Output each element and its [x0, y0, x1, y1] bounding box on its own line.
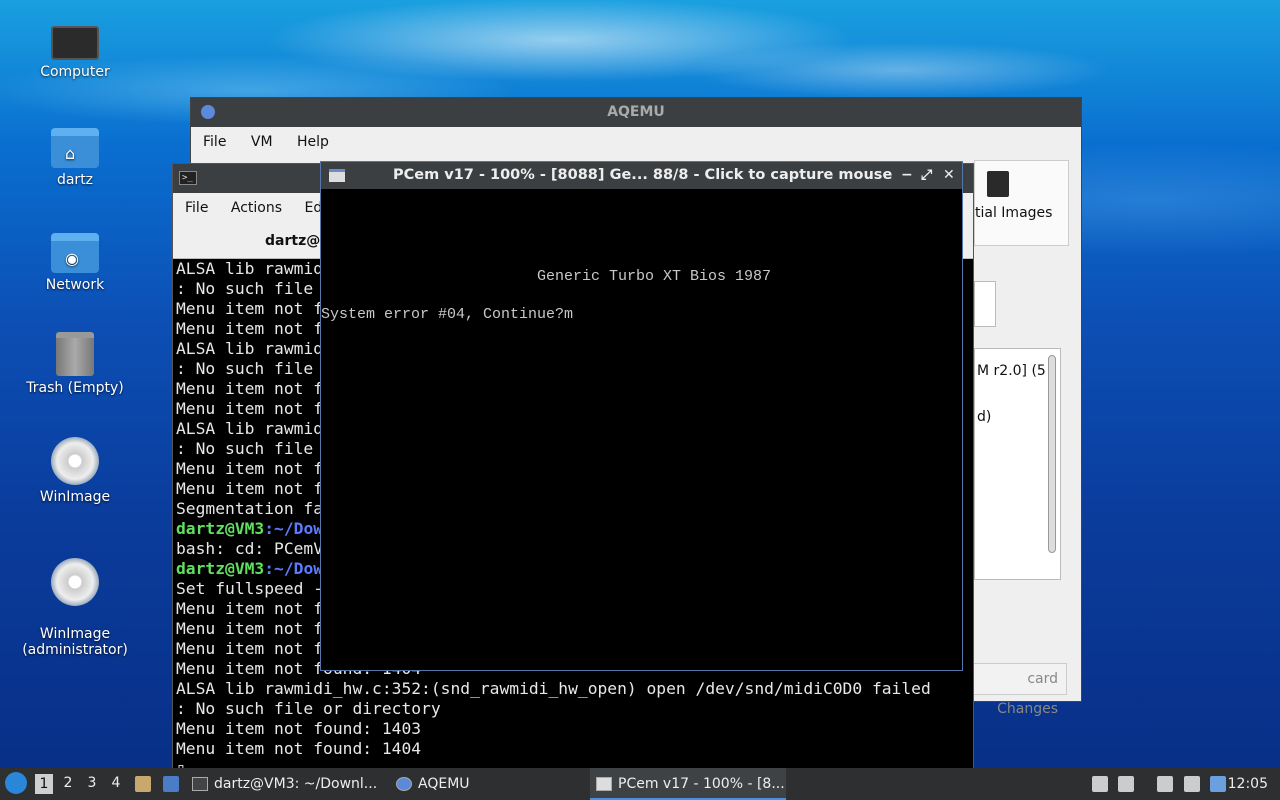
- computer-icon: [51, 26, 99, 60]
- initial-images-label: tial Images: [975, 205, 1053, 221]
- prompt-user: dartz@VM3: [176, 519, 265, 538]
- taskbar: 1 2 3 4 dartz@VM3: ~/Downl... AQEMU PCem…: [0, 768, 1280, 800]
- pcem-titlebar[interactable]: PCem v17 - 100% - [8088] Ge... 88/8 - Cl…: [321, 162, 962, 189]
- desktop-icon-label: dartz: [56, 172, 94, 188]
- terminal-line: Menu item not found: 1403: [176, 719, 422, 738]
- pcem-app-icon: [329, 169, 345, 182]
- start-menu-icon[interactable]: [5, 772, 27, 794]
- terminal-line: ALSA lib rawmidi_hw.c:352:(snd_rawmidi_h…: [176, 679, 931, 698]
- chip-icon: [987, 171, 1009, 197]
- updates-icon[interactable]: [1210, 776, 1226, 792]
- prompt-path: :~/Dow: [264, 519, 324, 538]
- menu-file[interactable]: File: [185, 200, 208, 216]
- device-button[interactable]: [974, 281, 996, 327]
- pcem-icon: [596, 777, 612, 791]
- desktop-icon-trash[interactable]: Trash (Empty): [10, 332, 140, 396]
- workspace-2[interactable]: 2: [59, 775, 77, 791]
- vm-list-line: d): [977, 409, 992, 425]
- close-button[interactable]: ✕: [943, 162, 955, 189]
- desktop-icon-winimage-admin[interactable]: WinImage (administrator): [10, 542, 140, 674]
- aqemu-title: AQEMU: [607, 104, 665, 120]
- file-manager-icon[interactable]: [135, 776, 151, 792]
- prompt-path: :~/Dow: [264, 559, 324, 578]
- bios-banner: Generic Turbo XT Bios 1987: [537, 268, 772, 285]
- clock[interactable]: 12:05: [1228, 768, 1268, 800]
- desktop-icon-network[interactable]: ◉ Network: [10, 227, 140, 293]
- taskbar-item-label: AQEMU: [418, 776, 470, 792]
- home-folder-icon: ⌂: [51, 128, 99, 168]
- workspace-3[interactable]: 3: [83, 775, 101, 791]
- taskbar-item-terminal[interactable]: dartz@VM3: ~/Downl...: [192, 768, 388, 800]
- network-icon[interactable]: [1184, 776, 1200, 792]
- terminal-icon: [192, 777, 208, 791]
- tray-up-arrow-icon[interactable]: [1092, 776, 1108, 792]
- taskbar-item-aqemu[interactable]: AQEMU: [396, 768, 586, 800]
- menu-vm[interactable]: VM: [251, 134, 273, 150]
- show-desktop-icon[interactable]: [163, 776, 179, 792]
- aqemu-menubar: File VM Help: [191, 127, 1081, 157]
- workspace-4[interactable]: 4: [107, 775, 125, 791]
- aqemu-icon: [396, 777, 412, 791]
- vm-list-scrollbar[interactable]: [1048, 355, 1056, 553]
- aqemu-app-icon: [201, 105, 215, 119]
- desktop-icon-home[interactable]: ⌂ dartz: [10, 122, 140, 188]
- trash-icon: [56, 332, 94, 376]
- pcem-title: PCem v17 - 100% - [8088] Ge... 88/8 - Cl…: [393, 167, 893, 183]
- maximize-button[interactable]: ⤢: [921, 162, 932, 189]
- desktop-icon-label: WinImage: [39, 489, 111, 505]
- taskbar-item-label: PCem v17 - 100% - [8...: [618, 776, 785, 792]
- desktop-icon-label: Computer: [40, 64, 110, 80]
- prompt-user: dartz@VM3: [176, 559, 265, 578]
- menu-help[interactable]: Help: [297, 134, 329, 150]
- terminal-line: Menu item not found: 1404: [176, 739, 422, 758]
- aqemu-titlebar[interactable]: AQEMU: [191, 98, 1081, 127]
- bios-error: System error #04, Continue?m: [321, 306, 574, 323]
- workspace-1[interactable]: 1: [35, 774, 53, 794]
- taskbar-item-label: dartz@VM3: ~/Downl...: [214, 776, 378, 792]
- desktop-icon-computer[interactable]: Computer: [10, 18, 140, 80]
- initial-images-button[interactable]: tial Images: [974, 160, 1069, 246]
- menu-actions[interactable]: Actions: [231, 200, 282, 216]
- terminal-icon: >_: [179, 171, 197, 185]
- menu-file[interactable]: File: [203, 134, 226, 150]
- desktop-icon-label: Trash (Empty): [26, 380, 124, 396]
- clipboard-icon[interactable]: [1157, 776, 1173, 792]
- winimage-icon: [51, 437, 99, 485]
- winimage-admin-icon: [51, 558, 99, 606]
- emulator-screen[interactable]: Generic Turbo XT Bios 1987 System error …: [321, 189, 962, 670]
- minimize-button[interactable]: −: [901, 162, 913, 189]
- volume-icon[interactable]: [1118, 776, 1134, 792]
- desktop-icon-label: Network: [45, 277, 105, 293]
- vm-list-line: M r2.0] (5: [977, 363, 1046, 379]
- vm-list[interactable]: M r2.0] (5 d): [974, 348, 1061, 580]
- terminal-line: : No such file or directory: [176, 699, 441, 718]
- taskbar-item-pcem[interactable]: PCem v17 - 100% - [8...: [590, 768, 786, 800]
- desktop-icon-label: WinImage (administrator): [22, 626, 128, 658]
- desktop-icon-winimage[interactable]: WinImage: [10, 437, 140, 505]
- network-folder-icon: ◉: [51, 233, 99, 273]
- pcem-window[interactable]: PCem v17 - 100% - [8088] Ge... 88/8 - Cl…: [320, 161, 963, 671]
- discard-changes-button[interactable]: card Changes: [971, 663, 1067, 717]
